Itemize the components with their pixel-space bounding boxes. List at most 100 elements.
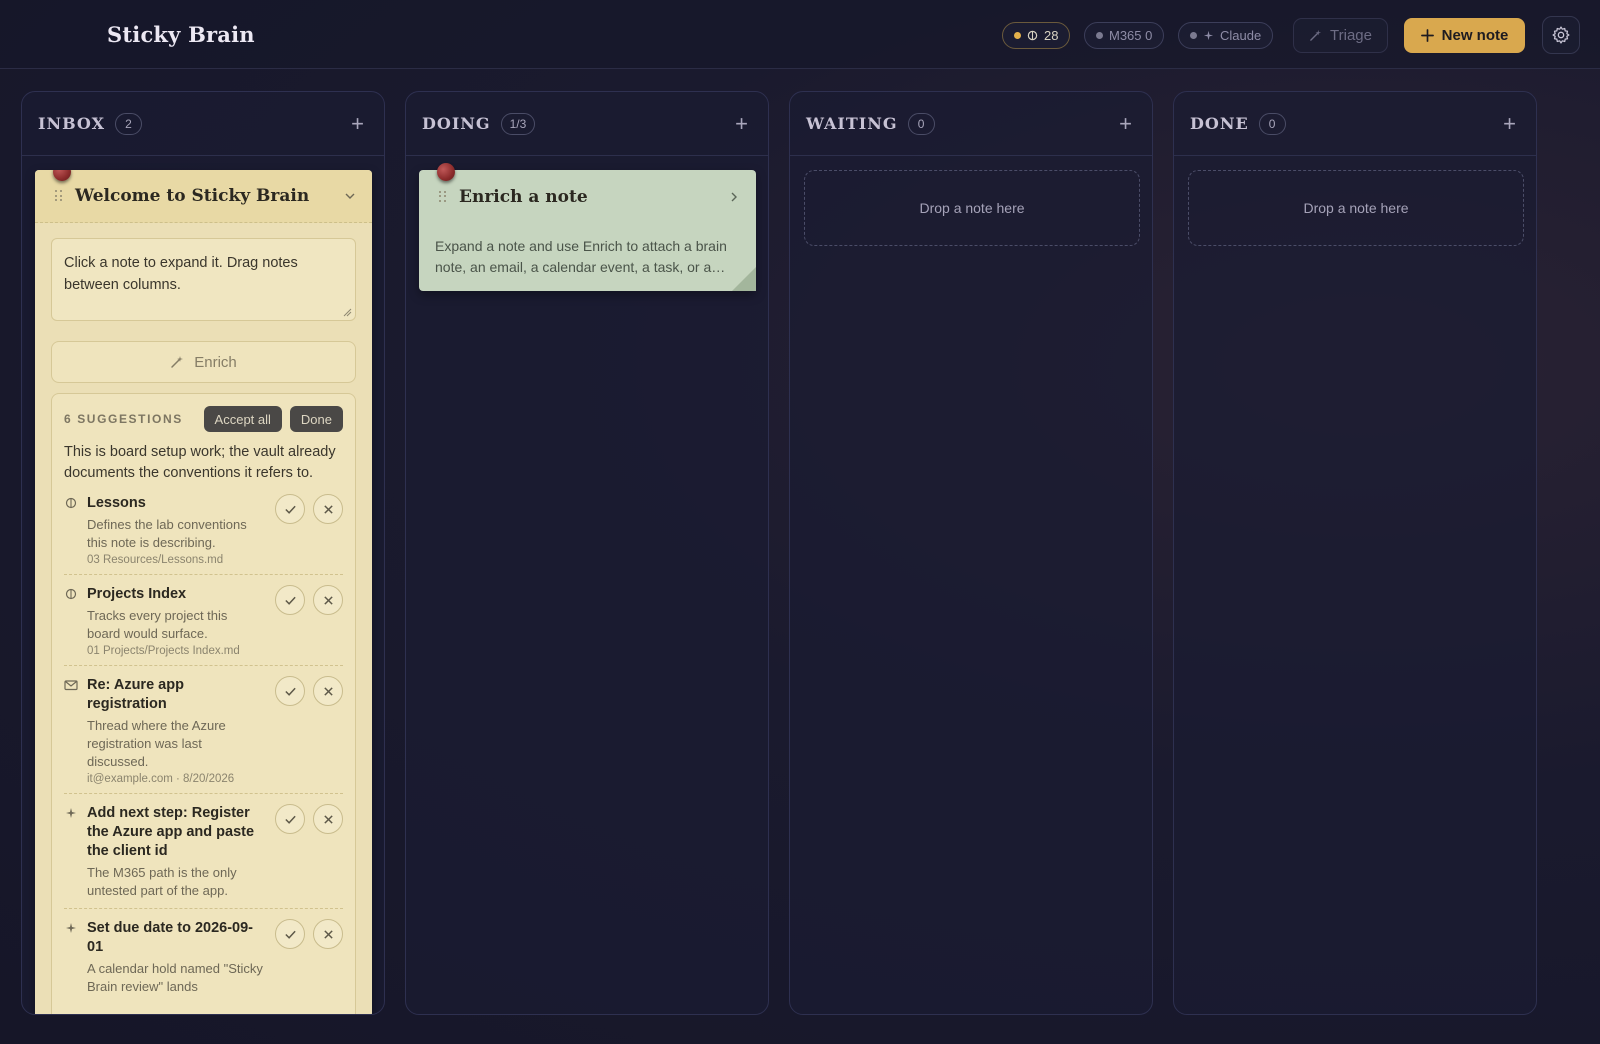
close-icon	[323, 929, 333, 939]
column-header: INBOX 2 +	[22, 92, 384, 156]
suggestions-label: 6 SUGGESTIONS	[64, 412, 183, 426]
resize-handle-icon[interactable]	[343, 308, 352, 317]
suggestion-item: Projects Index Tracks every project this…	[64, 575, 343, 666]
check-icon	[284, 596, 296, 605]
column-done: DONE 0 + Drop a note here	[1173, 91, 1537, 1015]
accept-suggestion-button[interactable]	[275, 919, 305, 949]
column-count-badge: 0	[907, 112, 935, 135]
settings-button[interactable]	[1542, 16, 1580, 54]
note-title: Welcome to Sticky Brain	[75, 186, 310, 206]
suggestions-panel: 6 SUGGESTIONS Accept all Done This is bo…	[51, 393, 356, 1014]
accept-all-button[interactable]: Accept all	[203, 406, 282, 432]
check-icon	[284, 687, 296, 696]
column-waiting: WAITING 0 + Drop a note here	[789, 91, 1153, 1015]
accept-suggestion-button[interactable]	[275, 676, 305, 706]
chevron-down-icon[interactable]	[344, 190, 356, 202]
sparkle-icon	[1203, 30, 1214, 41]
reject-suggestion-button[interactable]	[313, 585, 343, 615]
plus-icon	[1420, 29, 1434, 42]
note-body-textarea[interactable]: Click a note to expand it. Drag notes be…	[51, 238, 356, 321]
suggestions-summary: This is board setup work; the vault alre…	[64, 444, 336, 481]
drop-zone[interactable]: Drop a note here	[1188, 170, 1524, 246]
reject-suggestion-button[interactable]	[313, 919, 343, 949]
accept-suggestion-button[interactable]	[275, 585, 305, 615]
note-card-enrich[interactable]: Enrich a note Expand a note and use Enri…	[419, 163, 756, 291]
column-title: DOING	[422, 114, 491, 133]
m365-label: M365 0	[1109, 28, 1153, 43]
app-header: Sticky Brain 28 M365 0 Claude Triage New…	[0, 0, 1600, 69]
status-dot	[1014, 32, 1021, 39]
new-note-button[interactable]: New note	[1404, 18, 1525, 53]
sparkle-icon	[66, 923, 76, 933]
app-title: Sticky Brain	[107, 22, 255, 47]
drag-handle-icon[interactable]	[55, 190, 63, 202]
note-header[interactable]: Enrich a note	[419, 170, 756, 223]
column-count-badge: 2	[115, 112, 142, 135]
column-title: INBOX	[38, 114, 105, 133]
drag-handle-icon[interactable]	[439, 190, 447, 203]
enrich-button[interactable]: Enrich	[51, 341, 356, 383]
close-icon	[323, 504, 333, 514]
triage-button[interactable]: Triage	[1293, 18, 1388, 53]
status-dot	[1096, 32, 1103, 39]
claude-label: Claude	[1220, 28, 1262, 43]
pin-icon	[437, 163, 455, 181]
check-icon	[284, 815, 296, 824]
column-header: WAITING 0 +	[790, 92, 1152, 156]
m365-status-pill[interactable]: M365 0	[1084, 22, 1165, 49]
check-icon	[284, 505, 296, 514]
suggestion-desc: A calendar hold named "Sticky Brain revi…	[87, 961, 263, 994]
suggestion-item: Set due date to 2026-09-01 A calendar ho…	[64, 909, 343, 1004]
suggestion-meta: 01 Projects/Projects Index.md	[87, 645, 240, 657]
column-title: WAITING	[806, 114, 898, 133]
note-card-welcome[interactable]: Welcome to Sticky Brain Click a note to …	[35, 170, 372, 1014]
column-header: DONE 0 +	[1174, 92, 1536, 156]
wand-icon	[1310, 29, 1322, 41]
enrich-label: Enrich	[194, 353, 237, 371]
column-title: DONE	[1190, 114, 1249, 133]
column-doing: DOING 1/3 + Enrich a note Expand a note …	[405, 91, 769, 1015]
suggestion-title: Re: Azure app registration	[87, 677, 184, 712]
gear-icon	[1552, 26, 1570, 44]
page-fold	[732, 267, 756, 291]
note-preview: Expand a note and use Enrich to attach a…	[435, 238, 727, 275]
suggestion-title: Set due date to 2026-09-01	[87, 920, 253, 955]
reject-suggestion-button[interactable]	[313, 494, 343, 524]
vault-status-pill[interactable]: 28	[1002, 22, 1071, 49]
close-icon	[323, 814, 333, 824]
add-note-button[interactable]: +	[735, 112, 748, 135]
close-icon	[323, 595, 333, 605]
reject-suggestion-button[interactable]	[313, 804, 343, 834]
suggestion-desc: The M365 path is the only untested part …	[87, 865, 237, 898]
note-title: Enrich a note	[459, 186, 588, 207]
suggestion-title: Add next step: Register the Azure app an…	[87, 805, 255, 859]
chevron-right-icon[interactable]	[728, 191, 740, 203]
column-count-badge: 0	[1258, 112, 1286, 135]
wand-icon	[171, 356, 184, 368]
add-note-button[interactable]: +	[1503, 112, 1516, 135]
close-icon	[323, 686, 333, 696]
done-button[interactable]: Done	[289, 406, 343, 432]
suggestion-desc: Defines the lab conventions this note is…	[87, 517, 247, 550]
note-body-text: Click a note to expand it. Drag notes be…	[64, 255, 298, 293]
new-note-label: New note	[1441, 27, 1509, 44]
accept-suggestion-button[interactable]	[275, 804, 305, 834]
brain-icon	[65, 588, 77, 600]
add-note-button[interactable]: +	[351, 112, 364, 135]
suggestion-desc: Tracks every project this board would su…	[87, 608, 228, 641]
vault-count: 28	[1044, 28, 1059, 43]
reject-suggestion-button[interactable]	[313, 676, 343, 706]
sparkle-icon	[66, 808, 76, 818]
brain-icon	[1027, 30, 1038, 41]
suggestion-title: Projects Index	[87, 586, 187, 602]
note-header[interactable]: Welcome to Sticky Brain	[35, 170, 372, 223]
mail-icon	[64, 680, 78, 691]
claude-status-pill[interactable]: Claude	[1178, 22, 1274, 49]
column-count-badge: 1/3	[500, 112, 536, 135]
add-note-button[interactable]: +	[1119, 112, 1132, 135]
suggestion-meta: it@example.com · 8/20/2026	[87, 773, 235, 785]
drop-zone[interactable]: Drop a note here	[804, 170, 1140, 246]
column-header: DOING 1/3 +	[406, 92, 768, 156]
accept-suggestion-button[interactable]	[275, 494, 305, 524]
column-inbox: INBOX 2 + Welcome to Sticky Brain Click …	[21, 91, 385, 1015]
